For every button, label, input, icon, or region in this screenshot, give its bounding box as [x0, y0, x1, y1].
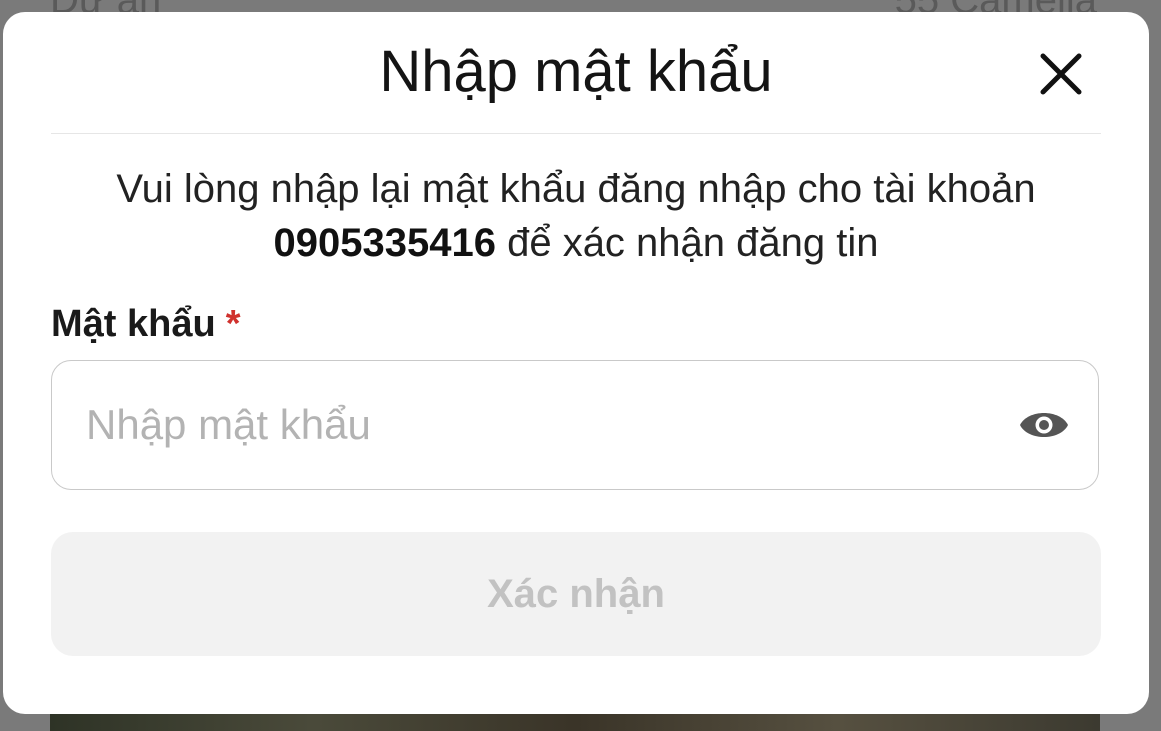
account-phone: 0905335416: [273, 221, 496, 265]
description-suffix: để xác nhận đăng tin: [495, 221, 879, 265]
close-icon: [1040, 53, 1082, 95]
header-divider: [51, 133, 1101, 134]
password-input[interactable]: [86, 361, 986, 489]
show-password-toggle[interactable]: [1018, 405, 1070, 445]
modal-title: Nhập mật khẩu: [379, 39, 773, 104]
confirm-button[interactable]: Xác nhận: [51, 532, 1101, 656]
modal-description: Vui lòng nhập lại mật khẩu đăng nhập cho…: [63, 162, 1089, 270]
modal-header: Nhập mật khẩu: [3, 12, 1149, 133]
close-button[interactable]: [1035, 48, 1087, 100]
password-label-text: Mật khẩu: [51, 303, 216, 345]
password-input-box: [51, 360, 1099, 490]
password-label: Mật khẩu *: [51, 300, 241, 348]
password-modal: Nhập mật khẩu Vui lòng nhập lại mật khẩu…: [3, 12, 1149, 714]
eye-icon: [1020, 413, 1068, 437]
required-mark: *: [225, 303, 241, 345]
description-prefix: Vui lòng nhập lại mật khẩu đăng nhập cho…: [116, 167, 1036, 211]
